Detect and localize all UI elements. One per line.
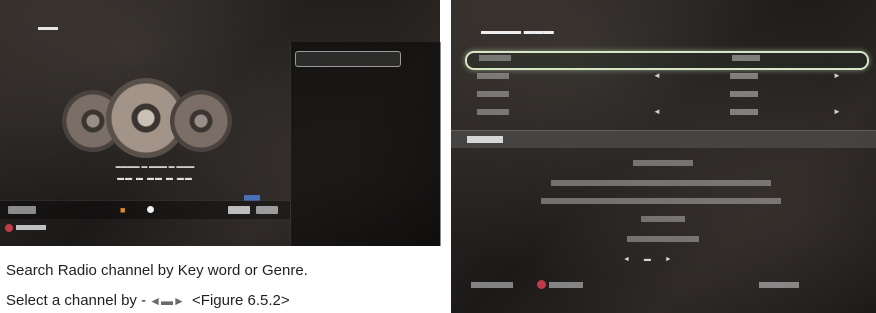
red-key-label [16,225,46,230]
station-list-header-label [467,136,503,143]
country-row-value [730,91,758,97]
disc-right [170,90,232,152]
station-result-5[interactable] [627,236,699,242]
control-right-label-b [256,206,278,214]
playback-control-bar: ■ [0,200,290,219]
country-row-label [477,91,509,97]
genre-row[interactable]: ◄ ► [465,70,865,85]
music-player-screen: ▬▬ ▬▬▬▬ ▬ ▬▬▬ ▬ ▬▬▬ ▬▬ ▬ ▬▬ ▬ ▬▬ ■ [0,0,441,246]
station-result-3[interactable] [541,198,781,204]
genre-right-arrow-icon[interactable]: ► [833,71,841,80]
search-row-label [479,55,511,61]
playtime-display: ▬▬ ▬ ▬▬ ▬ ▬▬ [117,175,193,182]
playlist-button[interactable] [295,51,401,67]
control-right-label-a [228,206,250,214]
sort-row-label [477,109,509,115]
bottom-key-label-2 [549,282,583,288]
station-result-4[interactable] [641,216,685,222]
station-list-header [451,130,876,148]
genre-row-value [730,73,758,79]
radio-screen-title: ▬▬▬▬ ▬▬▬ [481,26,554,37]
caption-dashes: - [141,292,147,309]
music-screen-title: ▬▬ [38,22,58,33]
caption-search: Search Radio channel by Key word or Genr… [6,262,308,279]
red-key-icon-2 [537,280,546,289]
country-row[interactable] [465,88,865,103]
sort-row[interactable]: ◄ ► [465,106,865,121]
caption-select-text: Select a channel by [6,292,137,309]
sort-left-arrow-icon[interactable]: ◄ [653,107,661,116]
page-navigator[interactable]: ◄ ▬ ► [623,256,678,263]
search-row[interactable] [465,51,869,70]
control-bar-label [8,206,36,214]
play-indicator-icon [147,206,154,213]
bottom-key-label-1 [471,282,513,288]
bottom-key-label-3 [759,282,799,288]
red-key-icon [5,224,13,232]
orange-key-icon: ■ [120,205,126,215]
search-row-value [732,55,760,61]
now-playing-title: ▬▬▬▬ ▬ ▬▬▬ ▬ ▬▬▬ [115,164,195,170]
playlist-panel [290,42,441,246]
sort-row-value [730,109,758,115]
genre-left-arrow-icon[interactable]: ◄ [653,71,661,80]
station-result-1[interactable] [633,160,693,166]
genre-row-label [477,73,509,79]
figure-reference: <Figure 6.5.2> [192,292,290,309]
album-discs-art [62,78,232,158]
station-result-2[interactable] [551,180,771,186]
caption-select: Select a channel by - ◄▬► <Figure 6.5.2> [6,292,290,309]
remote-arrow-keys-icon: ◄▬► [149,294,185,309]
internet-radio-screen: ▬▬▬▬ ▬▬▬ ◄ ► ◄ ► ◄ ▬ ► [451,0,876,313]
sort-right-arrow-icon[interactable]: ► [833,107,841,116]
